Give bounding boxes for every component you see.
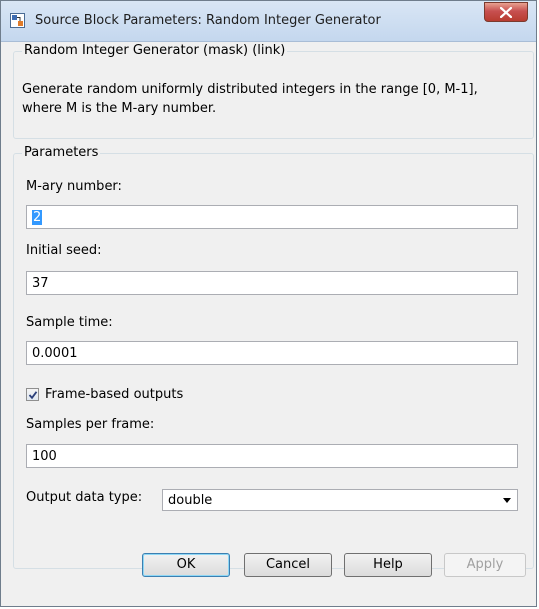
initial-seed-label: Initial seed:	[26, 243, 102, 258]
frame-based-outputs-label[interactable]: Frame-based outputs	[45, 387, 183, 402]
close-button[interactable]	[484, 2, 528, 22]
output-data-type-value: double	[168, 493, 213, 508]
frame-based-outputs-checkbox[interactable]	[26, 388, 39, 401]
samples-per-frame-input[interactable]: 100	[26, 444, 518, 468]
ok-button[interactable]: OK	[142, 553, 230, 577]
checkmark-icon	[28, 391, 38, 400]
mary-number-value: 2	[32, 210, 43, 225]
window-title: Source Block Parameters: Random Integer …	[35, 13, 381, 28]
output-data-type-label: Output data type:	[26, 490, 143, 505]
mask-description: Generate random uniformly distributed in…	[22, 80, 525, 118]
output-data-type-select[interactable]: double	[162, 489, 518, 511]
parameters-group: Parameters M-ary number: 2 Initial seed:…	[13, 145, 534, 569]
mask-legend: Random Integer Generator (mask) (link)	[22, 43, 288, 58]
dialog-content: Random Integer Generator (mask) (link) G…	[9, 42, 534, 598]
chevron-down-icon	[503, 498, 511, 503]
sample-time-label: Sample time:	[26, 315, 113, 330]
mary-number-label: M-ary number:	[26, 179, 122, 194]
title-bar[interactable]: Source Block Parameters: Random Integer …	[1, 1, 536, 42]
help-button[interactable]: Help	[344, 553, 432, 577]
samples-per-frame-label: Samples per frame:	[26, 417, 155, 432]
dialog-window: Source Block Parameters: Random Integer …	[0, 0, 537, 607]
apply-button[interactable]: Apply	[444, 553, 526, 577]
mask-description-group: Random Integer Generator (mask) (link) G…	[13, 43, 534, 139]
close-icon	[500, 7, 512, 18]
sample-time-input[interactable]: 0.0001	[26, 341, 518, 365]
simulink-block-icon	[10, 13, 25, 28]
initial-seed-input[interactable]: 37	[26, 271, 518, 295]
mary-number-input[interactable]: 2	[26, 205, 518, 229]
parameters-legend: Parameters	[22, 145, 101, 160]
cancel-button[interactable]: Cancel	[244, 553, 332, 577]
mask-description-line2: where M is the M-ary number.	[22, 101, 217, 116]
mask-description-line1: Generate random uniformly distributed in…	[22, 82, 478, 97]
